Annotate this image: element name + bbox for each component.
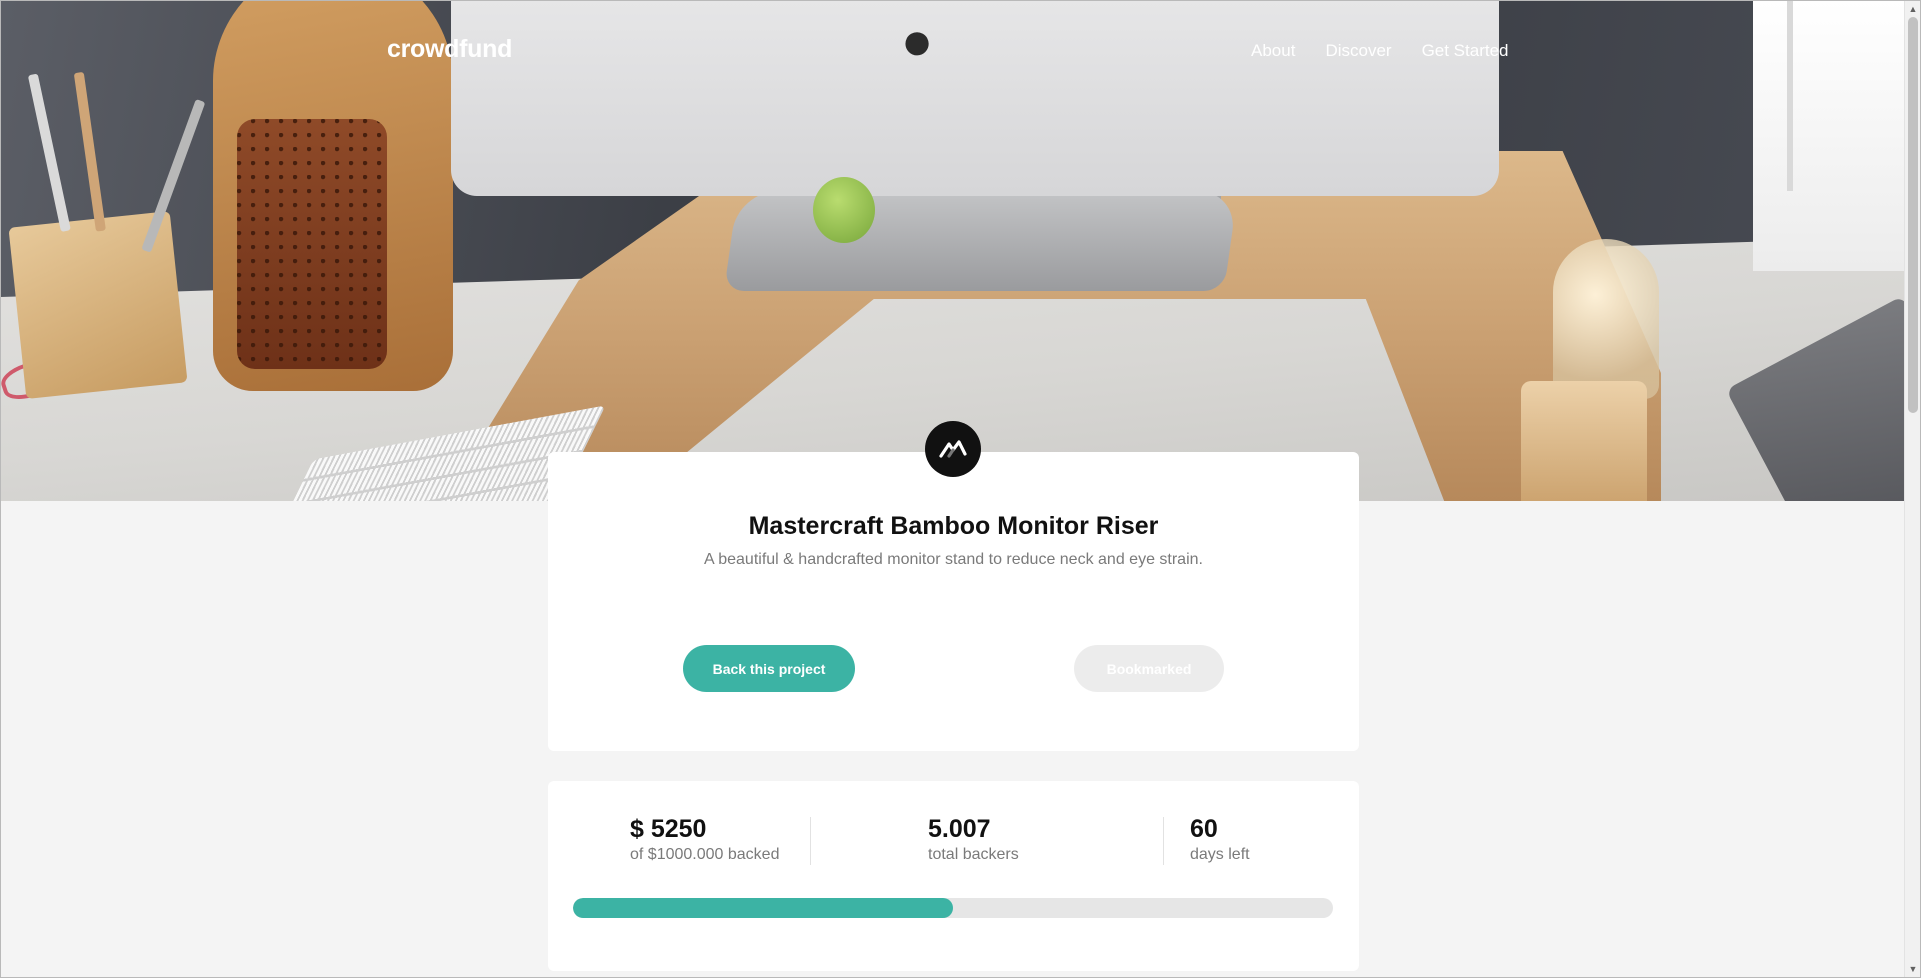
backers-count: 5.007 <box>928 815 991 843</box>
stat-backers: 5.007 total backers <box>928 815 1019 864</box>
speaker-grille <box>237 119 387 369</box>
backed-label: of $1000.000 backed <box>630 846 780 863</box>
site-header: crowdfund About Discover Get Started <box>1 1 1905 101</box>
monitor-stand <box>723 191 1239 291</box>
project-title: Mastercraft Bamboo Monitor Riser <box>748 512 1159 540</box>
pen <box>141 98 206 253</box>
scroll-thumb[interactable] <box>1908 17 1918 413</box>
stat-divider <box>810 817 811 865</box>
stat-days: 60 days left <box>1190 815 1250 864</box>
page-scrollbar[interactable]: ▲ ▼ <box>1904 1 1920 977</box>
scroll-up-arrow-icon[interactable]: ▲ <box>1905 1 1921 17</box>
days-left-count: 60 <box>1190 815 1218 843</box>
stat-divider <box>1163 817 1164 865</box>
lamp-bulb <box>1553 239 1659 399</box>
lamp-base <box>1521 381 1647 501</box>
mastercraft-logo-icon <box>925 421 981 477</box>
bookmark-button[interactable]: Bookmarked <box>1074 645 1224 692</box>
project-description: A beautiful & handcrafted monitor stand … <box>704 551 1203 568</box>
nav-discover[interactable]: Discover <box>1325 41 1391 61</box>
stat-backed: $ 5250 of $1000.000 backed <box>630 815 779 864</box>
days-left-label: days left <box>1190 846 1250 863</box>
funding-progress-fill <box>573 898 953 918</box>
pencil-holder <box>8 211 188 399</box>
back-project-button[interactable]: Back this project <box>683 645 855 692</box>
backed-amount: $ 5250 <box>630 815 707 843</box>
project-intro-card: Mastercraft Bamboo Monitor Riser A beaut… <box>548 452 1359 751</box>
site-logo[interactable]: crowdfund <box>387 35 512 64</box>
scroll-down-arrow-icon[interactable]: ▼ <box>1905 961 1921 977</box>
mastercraft-m-glyph <box>939 440 967 458</box>
green-toy <box>813 177 875 243</box>
backers-label: total backers <box>928 846 1019 863</box>
stats-card: $ 5250 of $1000.000 backed 5.007 total b… <box>548 781 1359 971</box>
nav-get-started[interactable]: Get Started <box>1422 41 1509 61</box>
nav-about[interactable]: About <box>1251 41 1295 61</box>
funding-progress-bar <box>573 898 1333 918</box>
main-nav: About Discover Get Started <box>1251 41 1539 61</box>
